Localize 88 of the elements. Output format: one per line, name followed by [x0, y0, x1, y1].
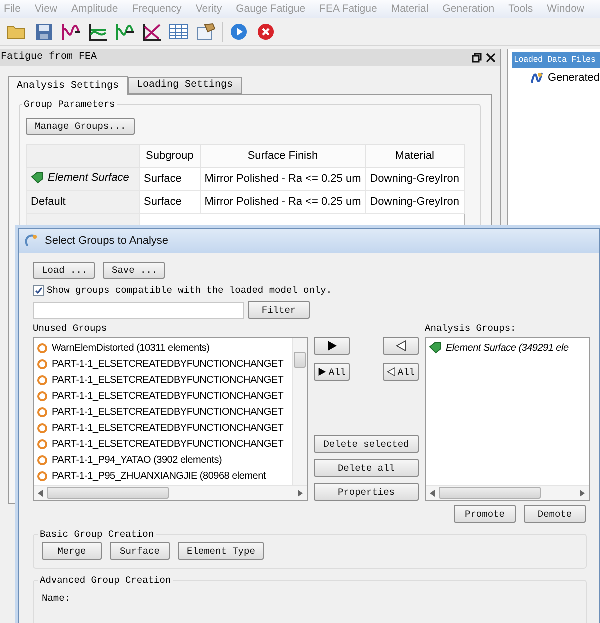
panel-title: Fatigue from FEA: [1, 52, 98, 63]
play-icon: [230, 22, 248, 40]
close-icon[interactable]: [486, 52, 496, 62]
ring-icon: [37, 342, 48, 354]
list-item[interactable]: PART-1-1_P95_ZHUANXIANGJIE (80968 element: [52, 470, 266, 482]
save-button[interactable]: Save ...: [103, 262, 165, 279]
group-box-title: Basic Group Creation: [39, 529, 156, 540]
table-cell: Mirror Polished - Ra <= 0.25 um: [200, 168, 366, 190]
list-item[interactable]: PART-1-1_ELSETCREATEDBYFUNCTIONCHANGET: [52, 390, 284, 402]
left-triangle-icon: [396, 340, 406, 352]
column-header[interactable]: Subgroup: [140, 144, 200, 168]
group-name: Default: [31, 196, 66, 208]
checkbox-label: Show groups compatible with the loaded model only.: [47, 285, 332, 296]
manage-groups-button[interactable]: Manage Groups...: [26, 118, 136, 135]
table-cell: Downing-GreyIron: [366, 190, 464, 214]
scroll-right-icon[interactable]: [580, 490, 585, 496]
column-header[interactable]: Surface Finish: [200, 144, 366, 168]
scroll-left-icon[interactable]: [38, 490, 43, 496]
vertical-scrollbar[interactable]: [292, 338, 307, 485]
list-item[interactable]: PART-1-1_ELSETCREATEDBYFUNCTIONCHANGET: [52, 358, 284, 370]
remove-all-button[interactable]: All: [383, 363, 419, 381]
ring-icon: [37, 406, 48, 418]
list-item[interactable]: PART-1-1_P94_YATAO (3902 elements): [52, 454, 222, 466]
table-icon: [169, 22, 189, 40]
graph-lines-icon: [88, 22, 108, 40]
list-label: Analysis Groups:: [425, 323, 518, 334]
dialog-title: Select Groups to Analyse: [45, 235, 169, 247]
hand-card-icon: [196, 22, 216, 40]
list-item[interactable]: WarnElemDistorted (10311 elements): [52, 342, 210, 354]
ring-icon: [37, 454, 48, 466]
ring-icon: [37, 358, 48, 370]
ring-icon: [37, 470, 48, 482]
column-header[interactable]: Material: [366, 144, 464, 168]
list-item[interactable]: PART-1-1_ELSETCREATEDBYFUNCTIONCHANGET: [52, 406, 284, 418]
creation-button[interactable]: Element Type: [178, 542, 264, 560]
row-header[interactable]: Element Surface: [26, 168, 140, 190]
restore-icon[interactable]: [472, 52, 482, 62]
action-button[interactable]: Delete all: [314, 459, 419, 477]
filter-field[interactable]: [33, 302, 244, 318]
demote-button[interactable]: Demote: [524, 505, 586, 523]
list-item[interactable]: PART-1-1_ELSETCREATEDBYFUNCTIONCHANGET: [52, 438, 284, 450]
group-box-title: Advanced Group Creation: [39, 575, 172, 586]
table-cell: Downing-GreyIron: [366, 168, 464, 190]
action-button[interactable]: Delete selected: [314, 435, 419, 453]
ring-icon: [37, 374, 48, 386]
right-triangle-icon: [318, 366, 327, 378]
horizontal-scrollbar[interactable]: [426, 485, 589, 500]
group-box-title: Group Parameters: [23, 99, 116, 110]
xy-chart-icon: [142, 22, 162, 40]
action-button[interactable]: Properties: [314, 483, 419, 501]
wave-arrow-icon: [61, 22, 81, 40]
left-triangle-icon: [387, 366, 396, 378]
ring-icon: [37, 438, 48, 450]
list-item[interactable]: PART-1-1_ELSETCREATEDBYFUNCTIONCHANGET: [52, 422, 284, 434]
tag-icon: [429, 342, 442, 354]
list-item[interactable]: Element Surface (349291 ele: [446, 342, 569, 354]
table-cell: Mirror Polished - Ra <= 0.25 um: [200, 190, 366, 214]
creation-button[interactable]: Merge: [42, 542, 102, 560]
filter-button[interactable]: Filter: [248, 301, 310, 319]
creation-button[interactable]: Surface: [110, 542, 170, 560]
list-item[interactable]: PART-1-1_ELSETCREATEDBYFUNCTIONCHANGET: [52, 374, 284, 386]
row-header[interactable]: Default: [26, 190, 140, 214]
load-button[interactable]: Load ...: [33, 262, 95, 279]
stop-icon: [257, 22, 275, 40]
wave-icon: [530, 71, 544, 85]
add-all-button[interactable]: All: [314, 363, 350, 381]
app-icon: [25, 234, 39, 248]
add-button[interactable]: [314, 337, 350, 355]
scroll-right-icon[interactable]: [298, 490, 303, 496]
tab[interactable]: Loading Settings: [128, 77, 242, 94]
tab[interactable]: Analysis Settings: [8, 76, 128, 95]
checkbox[interactable]: [33, 285, 44, 296]
wave-arrow-icon: [115, 22, 135, 40]
table-cell: Surface: [140, 168, 200, 190]
horizontal-scrollbar[interactable]: [34, 485, 307, 500]
list-label: Unused Groups: [33, 323, 108, 334]
side-panel-header: Loaded Data Files: [512, 52, 600, 68]
ring-icon: [37, 390, 48, 402]
promote-button[interactable]: Promote: [454, 505, 516, 523]
field-label: Name:: [42, 593, 71, 604]
data-file-item[interactable]: Generated: [548, 72, 600, 84]
tag-icon: [31, 172, 44, 184]
group-name: Element Surface: [48, 172, 130, 184]
ring-icon: [37, 422, 48, 434]
scroll-left-icon[interactable]: [430, 490, 435, 496]
right-triangle-icon: [326, 340, 338, 352]
table-cell: Surface: [140, 190, 200, 214]
remove-button[interactable]: [383, 337, 419, 355]
